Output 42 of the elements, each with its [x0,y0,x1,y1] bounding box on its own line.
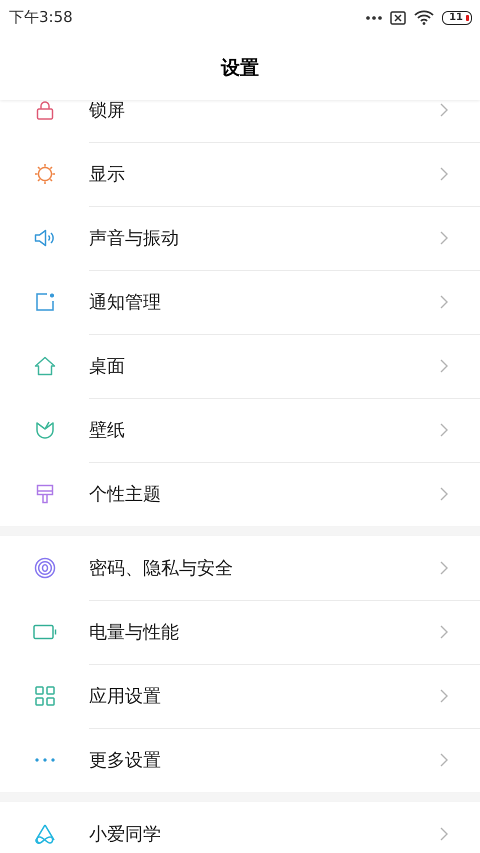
apps-grid-icon [34,686,54,706]
settings-item[interactable]: 密码、隐私与安全 [0,536,480,600]
lock-icon [36,100,54,120]
chevron-icon [440,423,448,437]
settings-item[interactable]: 壁纸 [0,398,480,462]
chevron-icon [440,689,448,703]
settings-item[interactable]: 桌面 [0,334,480,398]
sun-icon [34,163,56,185]
chevron-icon [440,167,448,181]
chevron-icon [440,625,448,639]
settings-item[interactable]: 通知管理 [0,270,480,334]
settings-item[interactable]: 显示 [0,142,480,206]
battery-indicator: 11 [442,10,472,24]
chevron-icon [440,103,448,117]
battery-icon [32,624,56,640]
speaker-icon [34,229,56,247]
chevron-icon [440,827,448,841]
more-icon [366,16,382,20]
assistant-icon [32,823,56,845]
wifi-icon [414,10,434,25]
more-icon [34,758,54,762]
chevron-icon [440,231,448,245]
chevron-icon [440,359,448,373]
settings-item[interactable]: 电量与性能 [0,600,480,664]
settings-item[interactable]: 更多设置 [0,728,480,792]
settings-item[interactable]: 小爱同学 [0,802,480,853]
tulip-icon [34,420,54,440]
paint-brush-icon [36,484,54,504]
settings-item[interactable]: 个性主题 [0,462,480,526]
chevron-icon [440,487,448,501]
chevron-icon [440,561,448,575]
status-time: 下午3:58 [9,8,73,27]
page-title: 设置 [221,56,259,80]
no-sim-icon [390,10,406,24]
chevron-icon [440,753,448,767]
settings-item[interactable]: 应用设置 [0,664,480,728]
settings-item[interactable]: 声音与振动 [0,206,480,270]
settings-item[interactable]: 锁屏 [0,100,480,142]
fingerprint-icon [34,557,56,579]
chevron-icon [440,295,448,309]
home-icon [34,356,56,376]
notification-icon [34,292,54,312]
